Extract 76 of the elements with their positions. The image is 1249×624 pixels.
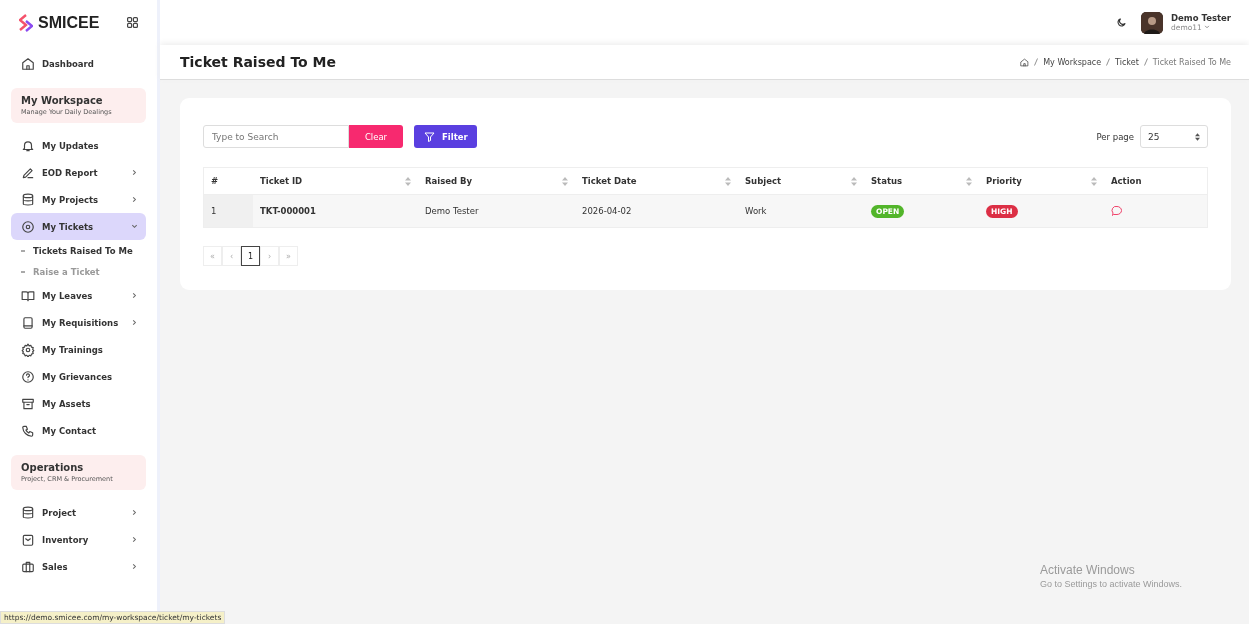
breadcrumb-link[interactable]: My Workspace (1043, 57, 1102, 67)
separator-icon (1143, 58, 1148, 66)
per-page-select[interactable]: 25 (1140, 125, 1208, 148)
sidebar-item[interactable]: My Projects (11, 186, 146, 213)
bell-icon (21, 138, 35, 153)
archive-icon (21, 396, 35, 411)
breadcrumb-link[interactable]: Ticket (1115, 57, 1139, 67)
clear-button[interactable]: Clear (349, 125, 403, 148)
user-name: Demo Tester (1171, 13, 1231, 23)
filter-icon (423, 130, 436, 143)
sort-icon[interactable] (725, 176, 731, 186)
breadcrumb-current: Ticket Raised To Me (1152, 57, 1231, 67)
notebook-icon (21, 315, 35, 330)
page-button[interactable]: 1 (241, 246, 260, 266)
book-icon (21, 288, 35, 303)
sidebar-item[interactable]: EOD Report (11, 159, 146, 186)
column-header[interactable]: Subject (745, 176, 782, 186)
table-cell-text: Demo Tester (424, 205, 480, 218)
moon-icon[interactable] (1116, 17, 1127, 28)
help-icon (21, 369, 35, 384)
activation-title: Activate Windows (1040, 563, 1136, 577)
grid-icon[interactable] (127, 17, 138, 28)
sort-icon[interactable] (966, 176, 972, 186)
sidebar-item[interactable]: My Grievances (11, 363, 146, 390)
column-header[interactable]: Ticket ID (260, 176, 303, 186)
home-icon (1020, 57, 1030, 67)
gear-icon (21, 342, 35, 357)
package-icon (21, 532, 35, 547)
activation-hint: Go to Settings to activate Windows. (1040, 579, 1183, 589)
table-cell-text: 2026-04-02 (581, 205, 633, 218)
comment-icon[interactable] (1111, 205, 1123, 217)
brand-name: SMICEE (38, 13, 100, 32)
per-page-label: Per page (1096, 131, 1134, 142)
sidebar-item[interactable]: Dashboard (11, 50, 146, 77)
sort-icon[interactable] (851, 176, 857, 186)
column-header: # (211, 176, 219, 186)
sort-icon[interactable] (562, 176, 568, 186)
sidebar-item[interactable]: Inventory (11, 526, 146, 553)
separator-icon (1034, 58, 1039, 66)
briefcase-icon (21, 559, 35, 574)
sidebar-item[interactable]: My Leaves (11, 282, 146, 309)
section-title: My Workspace (21, 95, 104, 106)
page-title: Ticket Raised To Me (180, 54, 336, 70)
column-header[interactable]: Status (871, 176, 903, 186)
table-cell: 1 (204, 195, 253, 227)
separator-icon (1106, 58, 1111, 66)
sidebar-item[interactable]: My Tickets (11, 213, 146, 240)
sort-icon[interactable] (405, 176, 411, 186)
sidebar-subitem[interactable]: Tickets Raised To Me (33, 245, 133, 256)
table-cell-text: TKT-000001 (259, 205, 317, 218)
home-icon (21, 56, 35, 71)
sidebar-item[interactable]: My Contact (11, 417, 146, 444)
phone-icon (21, 423, 35, 438)
database-icon (21, 505, 35, 520)
sort-icon (1195, 132, 1200, 141)
table-cell-text: Work (744, 205, 768, 218)
logo-icon (19, 13, 33, 32)
sort-icon[interactable] (1091, 176, 1097, 186)
sidebar-item[interactable]: My Assets (11, 390, 146, 417)
caret-icon[interactable] (1204, 24, 1211, 30)
column-header[interactable]: Ticket Date (582, 176, 637, 186)
column-header: Action (1111, 176, 1142, 186)
sidebar-item[interactable]: My Trainings (11, 336, 146, 363)
sidebar-item[interactable]: Sales (11, 553, 146, 580)
database-icon (21, 192, 35, 207)
column-header[interactable]: Priority (986, 176, 1022, 186)
column-header[interactable]: Raised By (425, 176, 473, 186)
sidebar-item[interactable]: Project (11, 499, 146, 526)
avatar[interactable] (1141, 11, 1163, 34)
pencil-icon (21, 165, 35, 180)
filter-button[interactable]: Filter (414, 125, 477, 148)
section-title: Operations (21, 462, 85, 473)
target-icon (21, 219, 35, 234)
search-field[interactable]: Type to Search (203, 125, 349, 148)
sidebar-item[interactable]: My Requisitions (11, 309, 146, 336)
sidebar-item[interactable]: My Updates (11, 132, 146, 159)
